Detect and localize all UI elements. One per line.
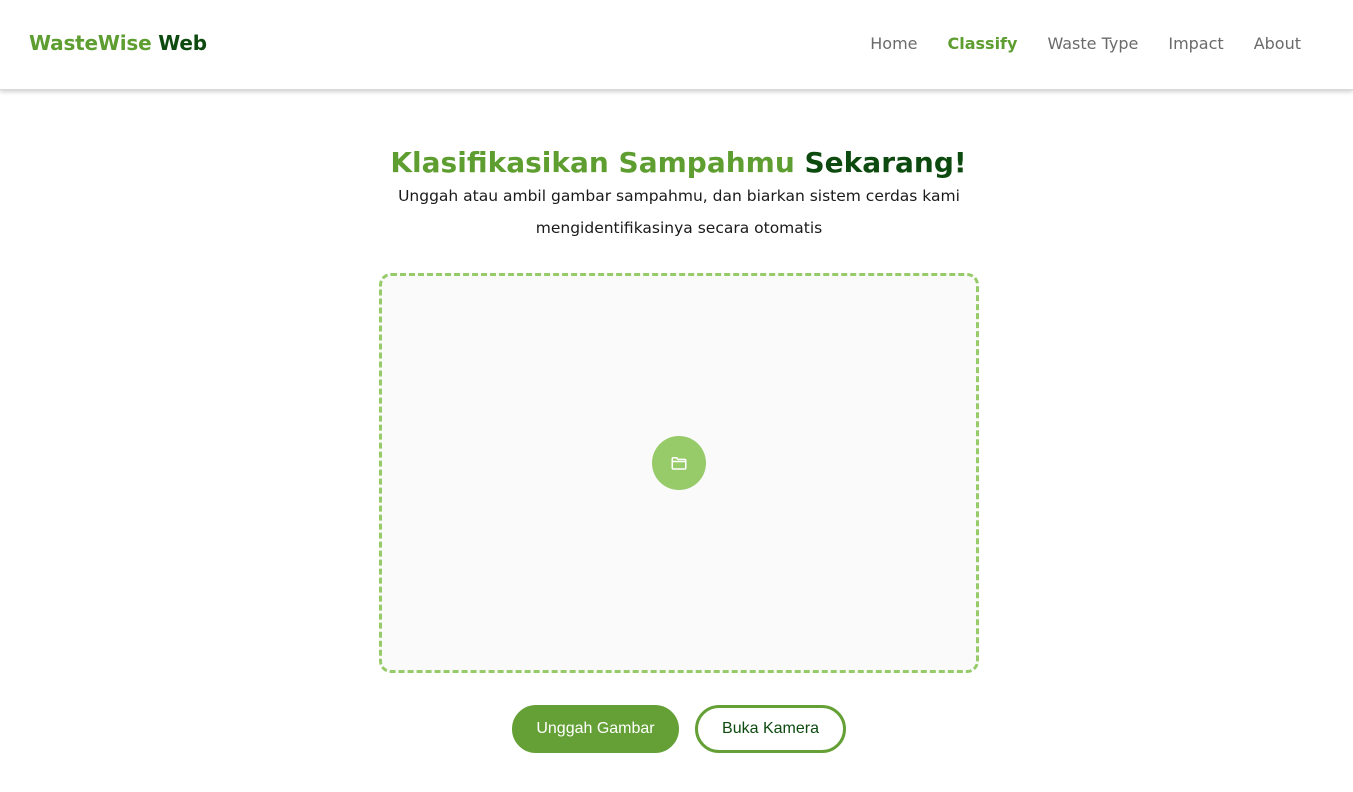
upload-icon-circle[interactable] bbox=[652, 436, 706, 490]
open-camera-button[interactable]: Buka Kamera bbox=[695, 705, 846, 753]
folder-icon bbox=[670, 454, 688, 472]
nav-link-about[interactable]: About bbox=[1254, 34, 1301, 53]
upload-image-button[interactable]: Unggah Gambar bbox=[512, 705, 679, 753]
page-title-part2: Sekarang! bbox=[804, 145, 967, 179]
nav-link-impact[interactable]: Impact bbox=[1168, 34, 1223, 53]
nav-link-waste-type[interactable]: Waste Type bbox=[1047, 34, 1138, 53]
nav-link-home[interactable]: Home bbox=[870, 34, 917, 53]
nav-link-classify[interactable]: Classify bbox=[948, 34, 1018, 53]
brand-name-part1: WasteWise bbox=[29, 31, 152, 55]
main-nav: Home Classify Waste Type Impact About bbox=[870, 34, 1301, 53]
page-title-part1: Klasifikasikan Sampahmu bbox=[390, 145, 795, 179]
page-title: Klasifikasikan Sampahmu Sekarang! bbox=[0, 146, 1353, 179]
image-dropzone[interactable] bbox=[379, 273, 979, 673]
navbar: WasteWise Web Home Classify Waste Type I… bbox=[0, 0, 1353, 90]
brand-logo[interactable]: WasteWise Web bbox=[29, 31, 207, 55]
brand-name-part2: Web bbox=[158, 31, 207, 55]
page-subtitle: Unggah atau ambil gambar sampahmu, dan b… bbox=[398, 187, 960, 237]
